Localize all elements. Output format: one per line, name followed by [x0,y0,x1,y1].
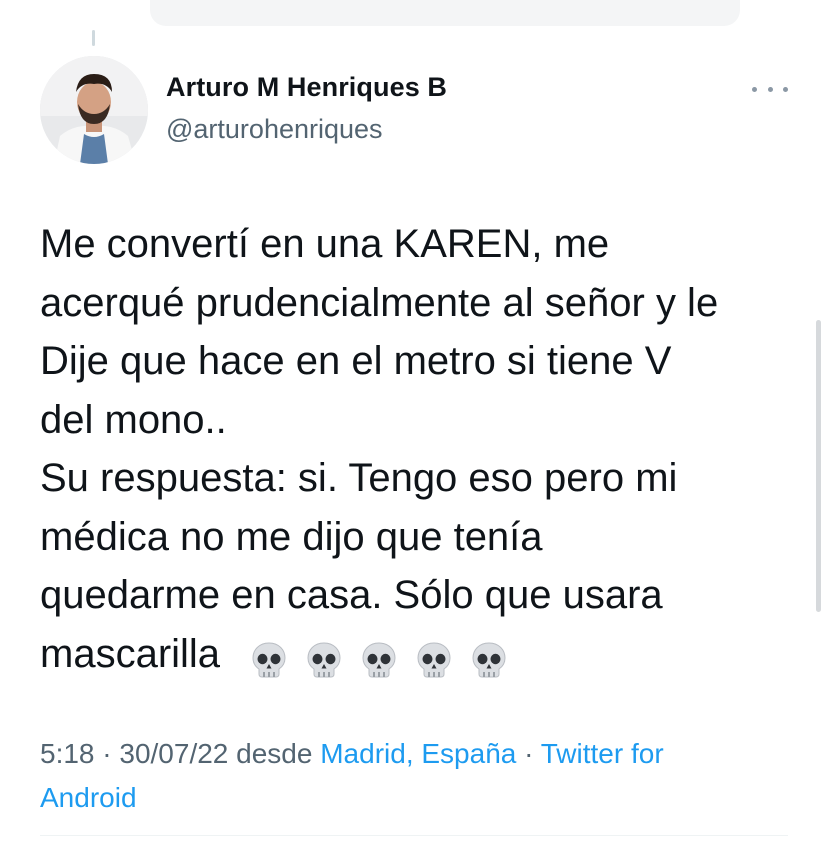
thread-connector-line [92,30,95,46]
tweet-text: Me convertí en una KAREN, me acerqué pru… [40,215,810,685]
author-name[interactable]: Arturo M Henriques B [166,72,447,103]
tweet-text-line: Dije que hace en el metro si tiene V [40,339,672,383]
meta-separator: · [524,738,534,769]
desde-label: desde [236,738,313,769]
more-dot [752,86,757,92]
tweet-text-line: Su respuesta: si. Tengo eso pero mi [40,456,678,500]
tweet-text-line: Me convertí en una KAREN, me [40,222,610,266]
client-link-line1[interactable]: Twitter for [541,738,664,769]
tweet-text-line: médica no me dijo que tenía [40,514,543,559]
client-link-line2[interactable]: Android [40,782,137,813]
skull-emoji [469,638,509,678]
divider [40,835,788,836]
location-link[interactable]: Madrid, España [320,738,516,769]
avatar-image [40,56,148,164]
skull-emoji [304,638,344,678]
more-horizontal-icon[interactable] [752,76,788,102]
tweet-timestamp[interactable]: 5:18 · 30/07/22 [40,738,228,769]
more-dot [767,86,773,92]
tweet-text-line: quedarme en casa. Sólo que usara [40,573,663,617]
avatar[interactable] [40,56,148,164]
tweet-text-line-last: mascarilla [40,625,810,686]
tweet-metadata: 5:18 · 30/07/22 desde Madrid, España · T… [40,732,780,820]
tweet-text-line: acerqué prudencialmente al señor y le [40,280,719,325]
skull-emoji-group [249,627,524,686]
more-dot [783,86,788,92]
skull-emoji [249,638,289,678]
tweet-text-fragment: mascarilla [40,631,221,676]
scrollbar[interactable] [816,320,821,612]
author-handle[interactable]: @arturohenriques [166,114,383,145]
skull-emoji [359,638,399,678]
skull-emoji [414,638,454,678]
previous-tweet-edge [150,0,740,26]
tweet-text-line: del mono.. [40,397,227,442]
